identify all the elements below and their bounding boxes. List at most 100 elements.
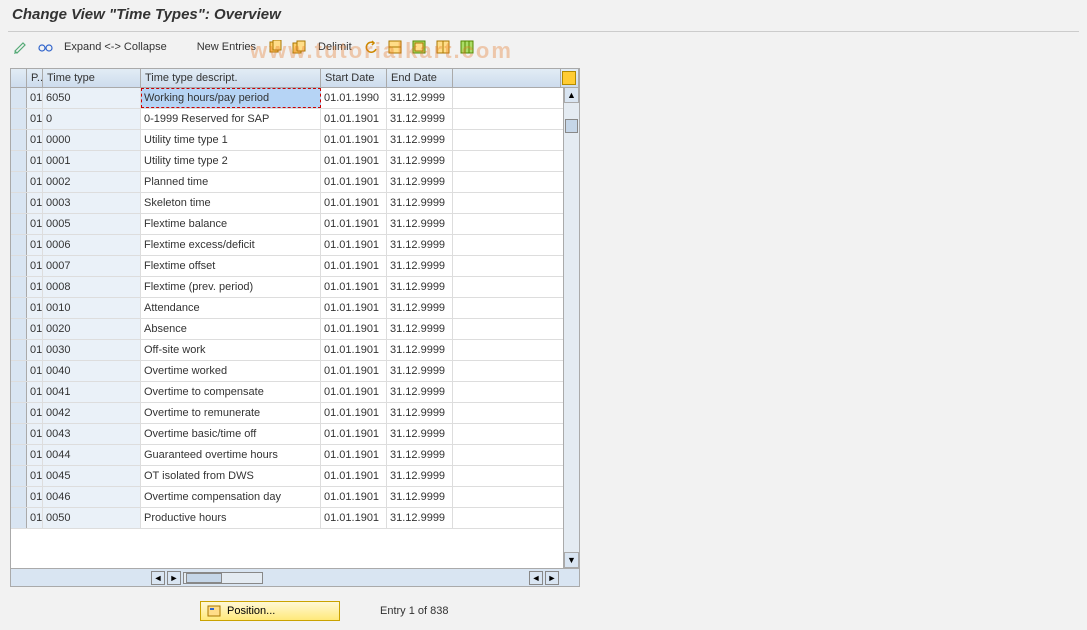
hscroll-right-icon-r[interactable]: ► bbox=[545, 571, 559, 585]
cell-start-date[interactable]: 01.01.1901 bbox=[321, 403, 387, 423]
hscroll-thumb[interactable] bbox=[186, 573, 222, 583]
row-selector[interactable] bbox=[11, 109, 27, 129]
row-selector[interactable] bbox=[11, 88, 27, 108]
cell-start-date[interactable]: 01.01.1901 bbox=[321, 319, 387, 339]
cell-start-date[interactable]: 01.01.1990 bbox=[321, 88, 387, 108]
scroll-up-icon[interactable]: ▲ bbox=[564, 87, 579, 103]
cell-start-date[interactable]: 01.01.1901 bbox=[321, 151, 387, 171]
vertical-scrollbar[interactable]: ▲ ▼ bbox=[563, 87, 579, 568]
cell-descript[interactable]: Attendance bbox=[141, 298, 321, 318]
cell-p[interactable]: 01 bbox=[27, 172, 43, 192]
cell-descript[interactable]: Flextime offset bbox=[141, 256, 321, 276]
hscroll-track[interactable] bbox=[183, 572, 263, 584]
cell-end-date[interactable]: 31.12.9999 bbox=[387, 235, 453, 255]
cell-start-date[interactable]: 01.01.1901 bbox=[321, 109, 387, 129]
cell-end-date[interactable]: 31.12.9999 bbox=[387, 445, 453, 465]
cell-time-type[interactable]: 0044 bbox=[43, 445, 141, 465]
row-selector[interactable] bbox=[11, 298, 27, 318]
select-block-icon[interactable] bbox=[410, 38, 428, 56]
config-columns-icon[interactable] bbox=[458, 38, 476, 56]
cell-descript[interactable]: Overtime to remunerate bbox=[141, 403, 321, 423]
cell-p[interactable]: 01 bbox=[27, 319, 43, 339]
cell-start-date[interactable]: 01.01.1901 bbox=[321, 172, 387, 192]
cell-descript[interactable]: Overtime compensation day bbox=[141, 487, 321, 507]
header-end-date[interactable]: End Date bbox=[387, 69, 453, 87]
cell-time-type[interactable]: 0008 bbox=[43, 277, 141, 297]
cell-time-type[interactable]: 6050 bbox=[43, 88, 141, 108]
header-time-type[interactable]: Time type bbox=[43, 69, 141, 87]
cell-start-date[interactable]: 01.01.1901 bbox=[321, 487, 387, 507]
cell-descript[interactable]: Overtime worked bbox=[141, 361, 321, 381]
cell-p[interactable]: 01 bbox=[27, 256, 43, 276]
copy-as-icon[interactable] bbox=[290, 38, 308, 56]
cell-start-date[interactable]: 01.01.1901 bbox=[321, 235, 387, 255]
cell-start-date[interactable]: 01.01.1901 bbox=[321, 361, 387, 381]
cell-p[interactable]: 01 bbox=[27, 403, 43, 423]
cell-start-date[interactable]: 01.01.1901 bbox=[321, 382, 387, 402]
table-row[interactable]: 010006Flextime excess/deficit01.01.19013… bbox=[11, 235, 579, 256]
cell-start-date[interactable]: 01.01.1901 bbox=[321, 256, 387, 276]
deselect-all-icon[interactable] bbox=[434, 38, 452, 56]
cell-end-date[interactable]: 31.12.9999 bbox=[387, 466, 453, 486]
row-selector[interactable] bbox=[11, 277, 27, 297]
cell-time-type[interactable]: 0000 bbox=[43, 130, 141, 150]
cell-time-type[interactable]: 0050 bbox=[43, 508, 141, 528]
cell-end-date[interactable]: 31.12.9999 bbox=[387, 193, 453, 213]
new-entries-button[interactable]: New Entries bbox=[193, 41, 260, 53]
cell-end-date[interactable]: 31.12.9999 bbox=[387, 508, 453, 528]
expand-collapse-button[interactable]: Expand <-> Collapse bbox=[60, 41, 171, 53]
cell-p[interactable]: 01 bbox=[27, 235, 43, 255]
cell-p[interactable]: 01 bbox=[27, 298, 43, 318]
cell-time-type[interactable]: 0002 bbox=[43, 172, 141, 192]
row-selector[interactable] bbox=[11, 193, 27, 213]
cell-end-date[interactable]: 31.12.9999 bbox=[387, 256, 453, 276]
cell-time-type[interactable]: 0010 bbox=[43, 298, 141, 318]
header-selector[interactable] bbox=[11, 69, 27, 87]
cell-descript[interactable]: Overtime to compensate bbox=[141, 382, 321, 402]
table-row[interactable]: 0100-1999 Reserved for SAP01.01.190131.1… bbox=[11, 109, 579, 130]
cell-start-date[interactable]: 01.01.1901 bbox=[321, 466, 387, 486]
row-selector[interactable] bbox=[11, 319, 27, 339]
cell-time-type[interactable]: 0 bbox=[43, 109, 141, 129]
table-row[interactable]: 010030Off-site work01.01.190131.12.9999 bbox=[11, 340, 579, 361]
row-selector[interactable] bbox=[11, 130, 27, 150]
hscroll-left-icon[interactable]: ◄ bbox=[151, 571, 165, 585]
cell-descript[interactable]: Overtime basic/time off bbox=[141, 424, 321, 444]
table-row[interactable]: 016050Working hours/pay period01.01.1990… bbox=[11, 88, 579, 109]
table-row[interactable]: 010001Utility time type 201.01.190131.12… bbox=[11, 151, 579, 172]
cell-end-date[interactable]: 31.12.9999 bbox=[387, 403, 453, 423]
cell-descript[interactable]: Off-site work bbox=[141, 340, 321, 360]
cell-descript[interactable]: Absence bbox=[141, 319, 321, 339]
table-row[interactable]: 010003Skeleton time01.01.190131.12.9999 bbox=[11, 193, 579, 214]
cell-time-type[interactable]: 0001 bbox=[43, 151, 141, 171]
cell-p[interactable]: 01 bbox=[27, 340, 43, 360]
row-selector[interactable] bbox=[11, 403, 27, 423]
cell-start-date[interactable]: 01.01.1901 bbox=[321, 298, 387, 318]
cell-end-date[interactable]: 31.12.9999 bbox=[387, 172, 453, 192]
delimit-button[interactable]: Delimit bbox=[314, 41, 356, 53]
row-selector[interactable] bbox=[11, 466, 27, 486]
cell-end-date[interactable]: 31.12.9999 bbox=[387, 277, 453, 297]
table-row[interactable]: 010043Overtime basic/time off01.01.19013… bbox=[11, 424, 579, 445]
row-selector[interactable] bbox=[11, 487, 27, 507]
cell-descript[interactable]: 0-1999 Reserved for SAP bbox=[141, 109, 321, 129]
cell-descript[interactable]: Utility time type 1 bbox=[141, 130, 321, 150]
cell-end-date[interactable]: 31.12.9999 bbox=[387, 88, 453, 108]
cell-end-date[interactable]: 31.12.9999 bbox=[387, 361, 453, 381]
cell-time-type[interactable]: 0003 bbox=[43, 193, 141, 213]
cell-end-date[interactable]: 31.12.9999 bbox=[387, 109, 453, 129]
cell-descript[interactable]: OT isolated from DWS bbox=[141, 466, 321, 486]
table-row[interactable]: 010045OT isolated from DWS01.01.190131.1… bbox=[11, 466, 579, 487]
configure-columns-icon[interactable] bbox=[562, 71, 576, 85]
cell-end-date[interactable]: 31.12.9999 bbox=[387, 298, 453, 318]
cell-p[interactable]: 01 bbox=[27, 88, 43, 108]
row-selector[interactable] bbox=[11, 508, 27, 528]
row-selector[interactable] bbox=[11, 424, 27, 444]
cell-start-date[interactable]: 01.01.1901 bbox=[321, 445, 387, 465]
cell-end-date[interactable]: 31.12.9999 bbox=[387, 130, 453, 150]
cell-descript[interactable]: Skeleton time bbox=[141, 193, 321, 213]
row-selector[interactable] bbox=[11, 361, 27, 381]
table-row[interactable]: 010005Flextime balance01.01.190131.12.99… bbox=[11, 214, 579, 235]
hscroll-right-icon[interactable]: ► bbox=[167, 571, 181, 585]
undo-icon[interactable] bbox=[362, 38, 380, 56]
